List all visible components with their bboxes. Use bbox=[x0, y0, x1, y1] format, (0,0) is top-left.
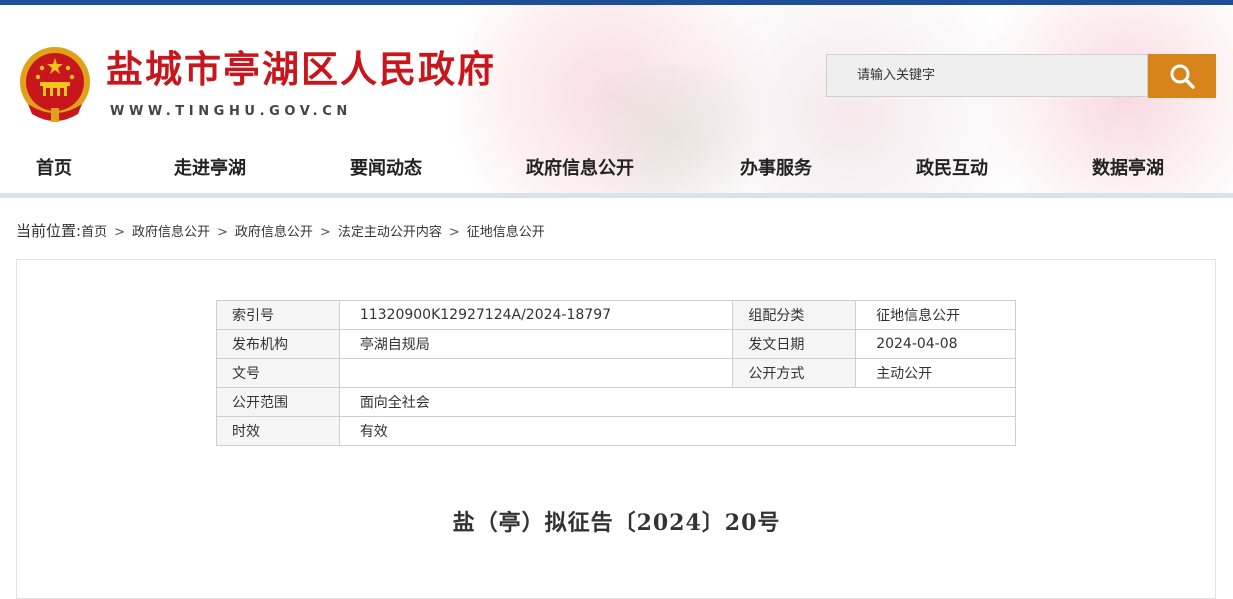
breadcrumb-item[interactable]: 法定主动公开内容 bbox=[338, 225, 442, 240]
nav-item-home[interactable]: 首页 bbox=[36, 154, 72, 180]
breadcrumb-separator: > bbox=[319, 225, 331, 240]
nav-item-interaction[interactable]: 政民互动 bbox=[916, 154, 988, 180]
document-info-table: 索引号 11320900K12927124A/2024-18797 组配分类 征… bbox=[216, 300, 1017, 446]
publisher-value: 亭湖自规局 bbox=[338, 329, 734, 359]
breadcrumb-separator: > bbox=[114, 225, 125, 240]
table-row: 索引号 11320900K12927124A/2024-18797 组配分类 征… bbox=[216, 300, 1016, 330]
search-icon bbox=[1170, 64, 1195, 89]
doc-no-value bbox=[338, 358, 734, 388]
scope-value: 面向全社会 bbox=[338, 387, 1017, 417]
site-title[interactable]: 盐城市亭湖区人民政府 bbox=[106, 46, 496, 94]
validity-label: 时效 bbox=[216, 416, 340, 446]
index-no-value: 11320900K12927124A/2024-18797 bbox=[338, 300, 734, 330]
validity-value: 有效 bbox=[338, 416, 1017, 446]
date-value: 2024-04-08 bbox=[855, 329, 1016, 359]
table-row: 公开范围 面向全社会 bbox=[216, 387, 1017, 417]
method-value: 主动公开 bbox=[855, 358, 1016, 388]
national-emblem-icon bbox=[20, 47, 90, 122]
date-label: 发文日期 bbox=[732, 329, 857, 359]
breadcrumb: 当前位置:首页 > 政府信息公开 > 政府信息公开 > 法定主动公开内容 > 征地信息公开 bbox=[16, 220, 545, 241]
nav-item-data[interactable]: 数据亭湖 bbox=[1092, 154, 1164, 180]
nav-item-gov-info[interactable]: 政府信息公开 bbox=[526, 154, 634, 180]
search-button[interactable] bbox=[1148, 54, 1216, 98]
breadcrumb-separator: > bbox=[448, 225, 460, 240]
nav-item-news[interactable]: 要闻动态 bbox=[350, 154, 422, 180]
breadcrumb-separator: > bbox=[217, 225, 228, 240]
table-row: 文号 公开方式 主动公开 bbox=[216, 358, 1016, 388]
breadcrumb-item[interactable]: 政府信息公开 bbox=[132, 225, 210, 240]
nav-divider bbox=[0, 193, 1233, 198]
nav-item-about-tinghu[interactable]: 走进亭湖 bbox=[174, 154, 246, 180]
category-label: 组配分类 bbox=[732, 300, 857, 330]
breadcrumb-item[interactable]: 政府信息公开 bbox=[235, 225, 313, 240]
publisher-label: 发布机构 bbox=[216, 329, 340, 359]
doc-no-label: 文号 bbox=[216, 358, 340, 388]
breadcrumb-label: 当前位置: bbox=[16, 222, 82, 240]
site-url: WWW.TINGHU.GOV.CN bbox=[110, 104, 352, 119]
breadcrumb-item[interactable]: 征地信息公开 bbox=[467, 225, 545, 240]
index-no-label: 索引号 bbox=[216, 300, 340, 330]
breadcrumb-item[interactable]: 首页 bbox=[81, 225, 107, 240]
table-row: 时效 有效 bbox=[216, 416, 1017, 446]
category-value: 征地信息公开 bbox=[855, 300, 1016, 330]
document-title: 盐（亭）拟征告〔2024〕20号 bbox=[452, 510, 781, 536]
method-label: 公开方式 bbox=[732, 358, 857, 388]
table-row: 发布机构 亭湖自规局 发文日期 2024-04-08 bbox=[216, 329, 1016, 359]
nav-item-services[interactable]: 办事服务 bbox=[740, 154, 812, 180]
main-nav: 首页 走进亭湖 要闻动态 政府信息公开 办事服务 政民互动 数据亭湖 bbox=[0, 140, 1233, 190]
scope-label: 公开范围 bbox=[216, 387, 340, 417]
search-input[interactable] bbox=[826, 54, 1148, 97]
